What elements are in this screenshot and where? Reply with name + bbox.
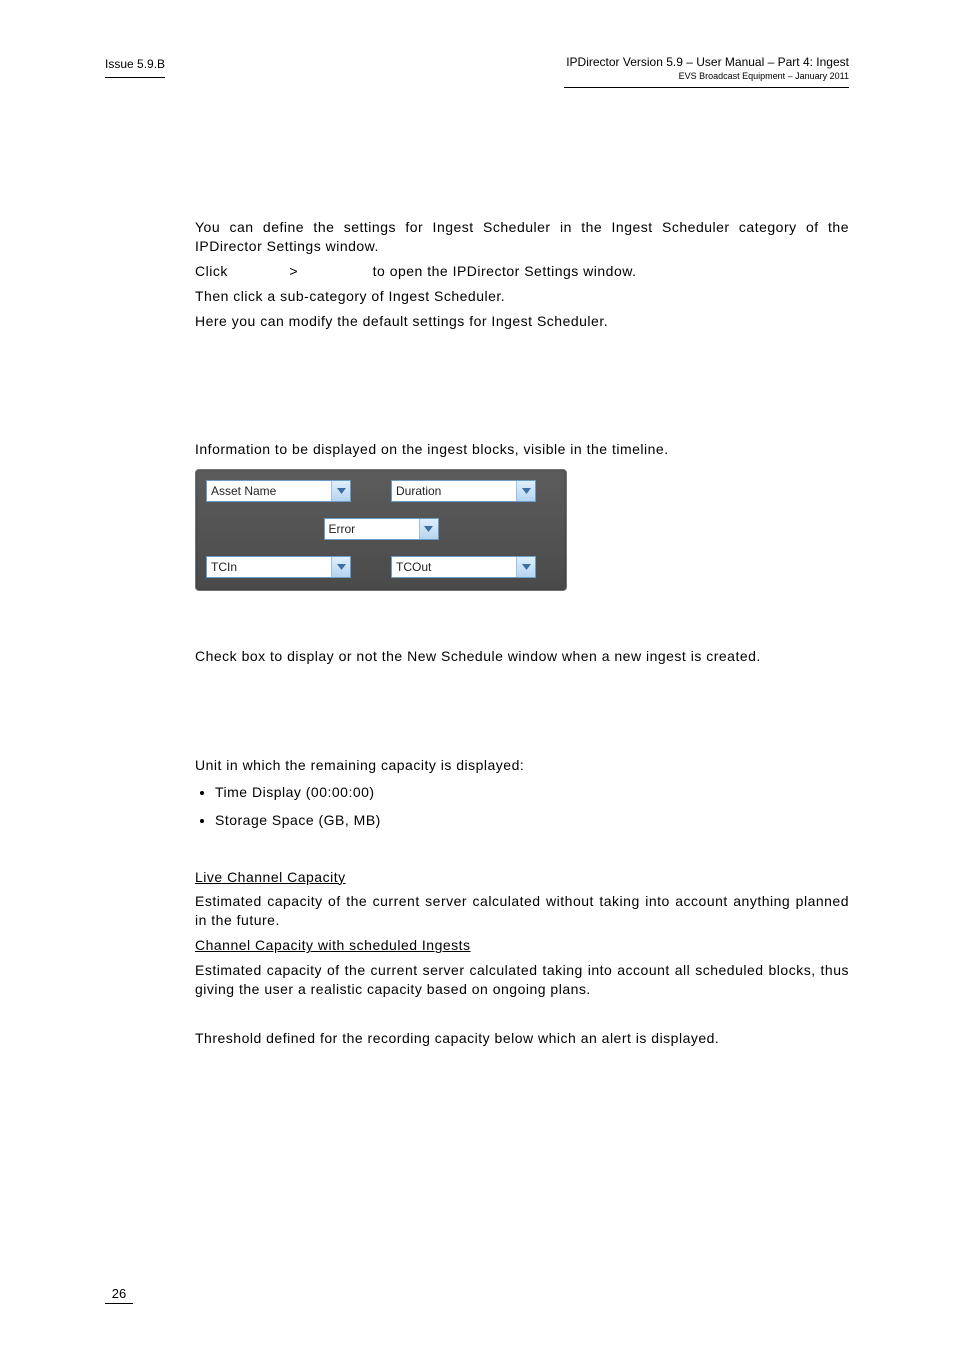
combo-tcout-label: TCOut xyxy=(396,560,516,574)
header-rule-right xyxy=(564,87,849,88)
intro-p2: Click > to open the IPDirector Settings … xyxy=(195,262,849,281)
unit-bullet-storage: Storage Space (GB, MB) xyxy=(215,811,849,829)
combo-tcout[interactable]: TCOut xyxy=(391,556,536,578)
header-title: IPDirector Version 5.9 – User Manual – P… xyxy=(564,55,849,69)
threshold-text: Threshold defined for the recording capa… xyxy=(195,1029,849,1048)
page-number: 26 xyxy=(105,1286,133,1304)
chevron-down-icon[interactable] xyxy=(331,557,350,577)
intro-p4: Here you can modify the default settings… xyxy=(195,312,849,331)
chevron-down-icon[interactable] xyxy=(419,519,438,539)
live-heading: Live Channel Capacity xyxy=(195,868,849,887)
chevron-down-icon[interactable] xyxy=(516,557,535,577)
page-content: You can define the settings for Ingest S… xyxy=(195,218,849,1048)
combo-duration[interactable]: Duration xyxy=(391,480,536,502)
unit-bullets: Time Display (00:00:00) Storage Space (G… xyxy=(195,783,849,829)
unit-lead: Unit in which the remaining capacity is … xyxy=(195,756,849,775)
sched-text: Estimated capacity of the current server… xyxy=(195,961,849,999)
combo-asset-name-label: Asset Name xyxy=(211,484,331,498)
combo-asset-name[interactable]: Asset Name xyxy=(206,480,351,502)
sched-heading: Channel Capacity with scheduled Ingests xyxy=(195,936,849,955)
page-header: Issue 5.9.B IPDirector Version 5.9 – Use… xyxy=(105,55,849,88)
intro-p2-click: Click xyxy=(195,263,228,279)
header-issue: Issue 5.9.B xyxy=(105,55,165,71)
live-heading-text: Live Channel Capacity xyxy=(195,869,346,885)
blocks-lead: Information to be displayed on the inges… xyxy=(195,440,849,459)
intro-p1: You can define the settings for Ingest S… xyxy=(195,218,849,256)
header-subtitle: EVS Broadcast Equipment – January 2011 xyxy=(564,71,849,81)
ingest-blocks-widget: Asset Name Duration Error xyxy=(195,469,567,591)
combo-tcin[interactable]: TCIn xyxy=(206,556,351,578)
unit-bullet-time: Time Display (00:00:00) xyxy=(215,783,849,801)
checkbox-text: Check box to display or not the New Sche… xyxy=(195,647,849,666)
combo-tcin-label: TCIn xyxy=(211,560,331,574)
combo-duration-label: Duration xyxy=(396,484,516,498)
intro-p2-gt: > xyxy=(289,263,298,279)
header-rule-left xyxy=(105,77,165,78)
live-text: Estimated capacity of the current server… xyxy=(195,892,849,930)
sched-heading-text: Channel Capacity with scheduled Ingests xyxy=(195,937,471,953)
intro-p2-rest: to open the IPDirector Settings window. xyxy=(373,263,637,279)
chevron-down-icon[interactable] xyxy=(331,481,350,501)
combo-error-label: Error xyxy=(329,522,419,536)
intro-p3: Then click a sub-category of Ingest Sche… xyxy=(195,287,849,306)
chevron-down-icon[interactable] xyxy=(516,481,535,501)
combo-error[interactable]: Error xyxy=(324,518,439,540)
